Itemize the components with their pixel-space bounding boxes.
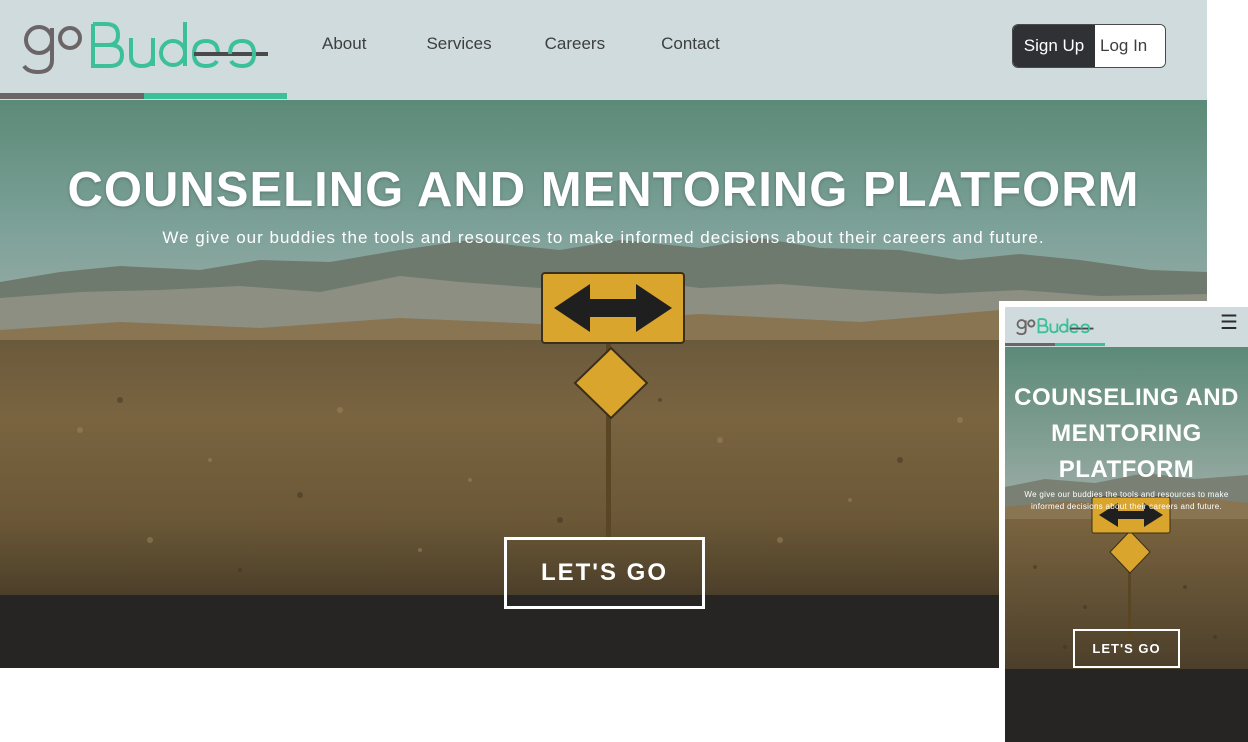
- underline-teal: [144, 93, 287, 99]
- nav-link-services[interactable]: Services: [426, 34, 491, 54]
- signup-button[interactable]: Sign Up: [1013, 25, 1095, 67]
- mobile-underline-teal: [1055, 343, 1105, 346]
- underline-gray: [0, 93, 144, 99]
- nav-link-contact[interactable]: Contact: [661, 34, 720, 54]
- hero-subtitle: We give our buddies the tools and resour…: [162, 228, 1045, 247]
- mobile-screen: ☰ COUNSELING AND MENTORING PLATFORM We g…: [1005, 307, 1248, 742]
- mobile-logo-underline: [1005, 343, 1105, 346]
- mobile-hero-subtitle: We give our buddies the tools and resour…: [1024, 490, 1229, 511]
- mobile-navbar: ☰: [1005, 307, 1248, 347]
- mobile-hero-section: COUNSELING AND MENTORING PLATFORM We giv…: [1005, 347, 1248, 742]
- navbar: About Services Careers Contact Sign Up L…: [0, 0, 1207, 100]
- brand-logo[interactable]: [18, 16, 273, 76]
- login-button[interactable]: Log In: [1095, 25, 1165, 67]
- mobile-brand-logo[interactable]: [1015, 315, 1095, 337]
- mobile-lets-go-button[interactable]: LET'S GO: [1073, 629, 1180, 668]
- nav-link-careers[interactable]: Careers: [545, 34, 605, 54]
- logo-underline: [0, 93, 287, 99]
- nav-links: About Services Careers Contact: [322, 34, 720, 54]
- auth-buttons: Sign Up Log In: [1012, 24, 1166, 68]
- mobile-mockup: ☰ COUNSELING AND MENTORING PLATFORM We g…: [999, 301, 1248, 742]
- mobile-underline-gray: [1005, 343, 1055, 346]
- lets-go-button[interactable]: LET'S GO: [504, 537, 705, 609]
- hamburger-icon[interactable]: ☰: [1220, 313, 1238, 333]
- hero-title: COUNSELING AND MENTORING PLATFORM: [67, 163, 1140, 217]
- nav-link-about[interactable]: About: [322, 34, 366, 54]
- mobile-hero-title: COUNSELING AND MENTORING PLATFORM: [1014, 384, 1239, 483]
